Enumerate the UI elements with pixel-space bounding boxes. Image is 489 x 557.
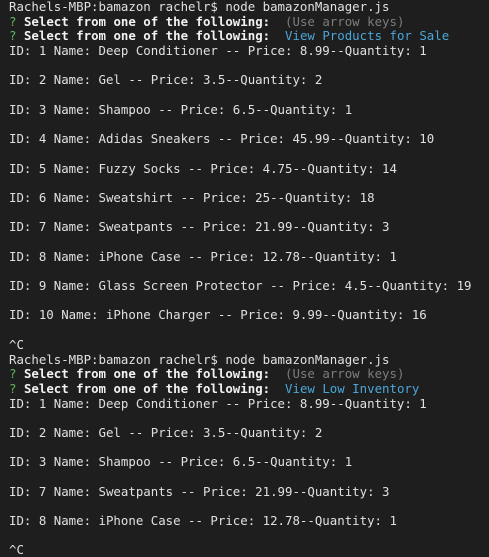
product-row: ID: 2 Name: Gel -- Price: 3.5--Quantity:… bbox=[9, 424, 323, 440]
prompt-line: ? Select from one of the following: (Use… bbox=[9, 366, 489, 382]
product-row: ID: 8 Name: iPhone Case -- Price: 12.78-… bbox=[9, 513, 397, 529]
product-row: ID: 6 Name: Sweatshirt -- Price: 25--Qua… bbox=[9, 189, 375, 205]
question-mark: ? bbox=[9, 28, 17, 44]
product-row: ID: 4 Name: Adidas Sneakers -- Price: 45… bbox=[9, 131, 435, 147]
prompt-question: Select from one of the following: bbox=[23, 13, 271, 29]
question-mark: ? bbox=[9, 366, 17, 382]
interrupt-text: ^C bbox=[9, 542, 24, 557]
question-mark: ? bbox=[9, 380, 17, 396]
product-row: ID: 1 Name: Deep Conditioner -- Price: 8… bbox=[9, 395, 427, 411]
prompt-line-answered: ? Select from one of the following: View… bbox=[9, 29, 489, 44]
prompt-line: ? Select from one of the following: (Use… bbox=[9, 13, 489, 30]
prompt-hint: (Use arrow keys) bbox=[285, 13, 405, 29]
prompt-question: Select from one of the following: bbox=[23, 366, 271, 382]
command-line: Rachels-MBP:bamazon rachelr$ node bamazo… bbox=[9, 0, 390, 14]
interrupt-line: ^C bbox=[9, 336, 24, 352]
interrupt-line: ^C bbox=[9, 543, 489, 557]
product-row: ID: 2 Name: Gel -- Price: 3.5--Quantity:… bbox=[9, 72, 323, 88]
product-row: ID: 8 Name: iPhone Case -- Price: 12.78-… bbox=[9, 248, 397, 264]
prompt-hint: (Use arrow keys) bbox=[285, 366, 405, 382]
product-row: ID: 7 Name: Sweatpants -- Price: 21.99--… bbox=[9, 219, 390, 235]
prompt-question: Select from one of the following: bbox=[23, 28, 271, 44]
product-row: ID: 3 Name: Shampoo -- Price: 6.5--Quant… bbox=[9, 101, 353, 117]
terminal-window[interactable]: Rachels-MBP:bamazon rachelr$ node bamazo… bbox=[0, 0, 489, 557]
product-row: ID: 7 Name: Sweatpants -- Price: 21.99--… bbox=[9, 483, 390, 499]
prompt-answer: View Products for Sale bbox=[285, 28, 450, 44]
command-line: Rachels-MBP:bamazon rachelr$ node bamazo… bbox=[9, 351, 390, 367]
product-row: ID: 5 Name: Fuzzy Socks -- Price: 4.75--… bbox=[9, 160, 397, 176]
prompt-line-answered: ? Select from one of the following: View… bbox=[9, 380, 489, 397]
product-row: ID: 9 Name: Glass Screen Protector -- Pr… bbox=[9, 278, 472, 294]
question-mark: ? bbox=[9, 13, 17, 29]
product-row: ID: 10 Name: iPhone Charger -- Price: 9.… bbox=[9, 307, 427, 323]
prompt-question: Select from one of the following: bbox=[23, 380, 271, 396]
product-row: ID: 3 Name: Shampoo -- Price: 6.5--Quant… bbox=[9, 454, 353, 470]
product-row: ID: 1 Name: Deep Conditioner -- Price: 8… bbox=[9, 43, 427, 59]
prompt-answer: View Low Inventory bbox=[285, 380, 420, 396]
